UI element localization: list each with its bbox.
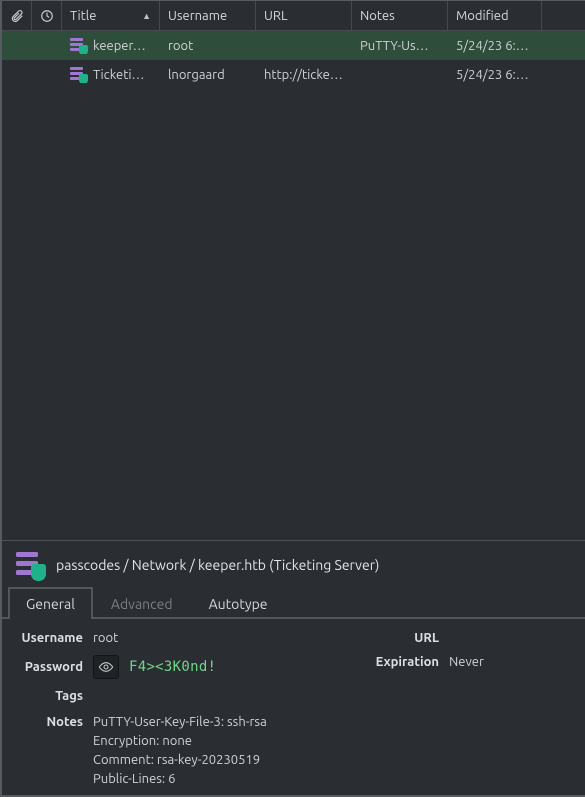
cell-modified: 5/24/23 6:…	[448, 68, 542, 82]
cell-notes: PuTTY-Us…	[352, 39, 448, 53]
table-row[interactable]: Ticketi… lnorgaard http://ticke… 5/24/23…	[2, 60, 585, 89]
table-body: keeper… root PuTTY-Us… 5/24/23 6:… Ticke…	[2, 31, 585, 540]
cell-title: keeper…	[62, 37, 160, 54]
tab-autotype[interactable]: Autotype	[191, 587, 286, 619]
cell-modified: 5/24/23 6:…	[448, 39, 542, 53]
tab-label: Autotype	[209, 596, 268, 612]
tab-advanced[interactable]: Advanced	[93, 587, 191, 619]
detail-body: Username root Password	[2, 619, 585, 795]
cell-title-text: keeper…	[93, 39, 146, 53]
column-header-username[interactable]: Username	[160, 1, 256, 30]
column-header-spacer	[542, 1, 585, 30]
field-label: URL	[369, 631, 449, 645]
notes-line: Public-Lines: 6	[93, 770, 267, 789]
column-header-expiry[interactable]	[32, 1, 62, 30]
cell-username: root	[160, 39, 256, 53]
entry-icon	[70, 66, 87, 83]
column-header-label: Title	[70, 9, 96, 23]
notes-value[interactable]: PuTTY-User-Key-File-3: ssh-rsa Encryptio…	[93, 713, 267, 789]
paperclip-icon	[10, 8, 24, 24]
toggle-password-visibility-button[interactable]	[93, 655, 119, 679]
notes-line: Comment: rsa-key-20230519	[93, 751, 267, 770]
field-notes: Notes PuTTY-User-Key-File-3: ssh-rsa Enc…	[18, 713, 569, 789]
field-label: Expiration	[369, 655, 449, 669]
column-header-modified[interactable]: Modified	[448, 1, 542, 30]
scrollbar[interactable]	[574, 501, 583, 789]
field-label: Password	[18, 660, 93, 674]
sort-asc-icon: ▲	[142, 11, 151, 21]
detail-right-column: URL Expiration Never	[369, 631, 569, 713]
entry-icon	[16, 551, 44, 579]
column-header-label: Username	[168, 9, 227, 23]
cell-title-text: Ticketi…	[93, 68, 144, 82]
column-header-title[interactable]: Title ▲	[62, 1, 160, 30]
column-header-label: Modified	[456, 9, 509, 23]
eye-icon	[98, 661, 114, 673]
password-manager-window: Title ▲ Username URL Notes Modified	[0, 0, 585, 797]
field-expiration: Expiration Never	[369, 655, 569, 669]
password-value[interactable]: F4><3K0nd!	[129, 659, 216, 675]
tab-label: Advanced	[111, 596, 173, 612]
column-header-label: URL	[264, 9, 288, 23]
breadcrumb: passcodes / Network / keeper.htb (Ticket…	[56, 557, 379, 573]
detail-tabs: General Advanced Autotype	[2, 586, 585, 619]
field-password: Password F4><3K0nd!	[18, 655, 359, 679]
field-value[interactable]: root	[93, 631, 118, 645]
field-username: Username root	[18, 631, 359, 645]
field-label: Notes	[18, 713, 93, 729]
field-label: Tags	[18, 689, 93, 703]
table-row[interactable]: keeper… root PuTTY-Us… 5/24/23 6:…	[2, 31, 585, 60]
field-tags: Tags	[18, 689, 359, 703]
column-header-notes[interactable]: Notes	[352, 1, 448, 30]
column-header-label: Notes	[360, 9, 395, 23]
table-header-row: Title ▲ Username URL Notes Modified	[2, 1, 585, 31]
field-url: URL	[369, 631, 569, 645]
detail-left-column: Username root Password	[18, 631, 359, 713]
cell-username: lnorgaard	[160, 68, 256, 82]
cell-title: Ticketi…	[62, 66, 160, 83]
notes-line: PuTTY-User-Key-File-3: ssh-rsa	[93, 713, 267, 732]
detail-header: passcodes / Network / keeper.htb (Ticket…	[2, 543, 585, 586]
tab-label: General	[26, 596, 75, 612]
notes-line: Encryption: none	[93, 732, 267, 751]
column-header-attachment[interactable]	[2, 1, 32, 30]
field-value: Never	[449, 655, 484, 669]
column-header-url[interactable]: URL	[256, 1, 352, 30]
field-label: Username	[18, 631, 93, 645]
tab-general[interactable]: General	[8, 587, 93, 619]
cell-url: http://ticke…	[256, 68, 352, 82]
entries-table: Title ▲ Username URL Notes Modified	[2, 1, 585, 540]
clock-icon	[40, 9, 54, 23]
entry-icon	[70, 37, 87, 54]
